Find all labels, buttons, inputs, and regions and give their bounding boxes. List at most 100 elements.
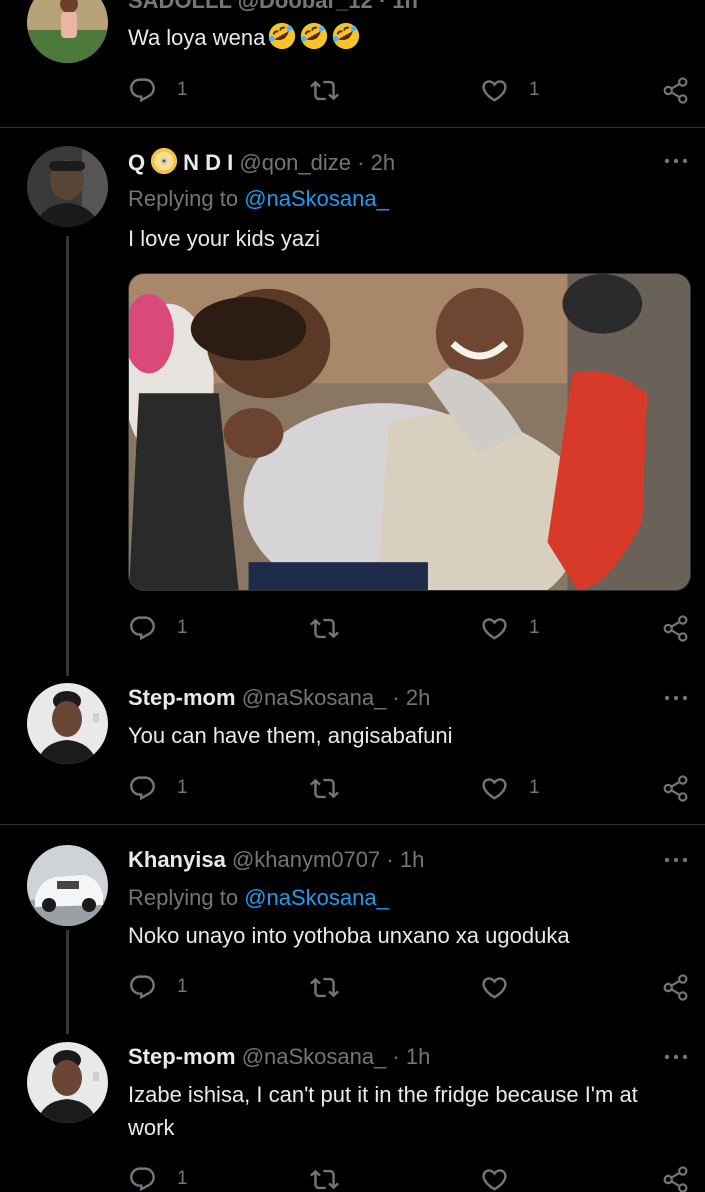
- share-icon: [661, 774, 690, 803]
- retweet-button[interactable]: [310, 770, 339, 806]
- timestamp[interactable]: 2h: [406, 685, 430, 710]
- retweet-button[interactable]: [310, 1161, 339, 1192]
- rolling-on-floor-laughing-emoji: [299, 21, 329, 51]
- partial-tweet[interactable]: SADOLLL @Doobar_12 · 1h Wa loya wena 1 1: [0, 0, 705, 128]
- reply-count: 1: [177, 976, 188, 997]
- reply-count: 1: [177, 777, 188, 798]
- display-name[interactable]: Step-mom: [128, 1044, 236, 1069]
- display-name[interactable]: QN D I: [128, 150, 233, 175]
- like-button[interactable]: [480, 1161, 529, 1192]
- retweet-button[interactable]: [310, 610, 339, 646]
- timestamp[interactable]: 2h: [371, 150, 395, 175]
- share-button[interactable]: [661, 72, 690, 108]
- share-button[interactable]: [661, 770, 690, 806]
- retweet-icon: [310, 1165, 339, 1192]
- tweet-header: QN D I @qon_dize · 2h: [128, 146, 689, 176]
- separator: ·: [392, 1044, 400, 1069]
- like-button[interactable]: 1: [480, 610, 540, 646]
- mention-link[interactable]: @naSkosana_: [244, 885, 389, 910]
- more-icon: [664, 857, 688, 863]
- more-options-button[interactable]: [663, 1042, 689, 1072]
- like-count: 1: [529, 79, 540, 100]
- heart-icon: [480, 774, 509, 803]
- share-button[interactable]: [661, 969, 690, 1005]
- retweet-icon: [310, 76, 339, 105]
- divider: [0, 127, 705, 128]
- heart-icon: [480, 76, 509, 105]
- handle[interactable]: @qon_dize: [239, 150, 351, 175]
- share-icon: [661, 1165, 690, 1192]
- like-count: 1: [529, 617, 540, 638]
- tweet-header: Step-mom @naSkosana_ · 1h: [128, 1042, 689, 1072]
- more-icon: [664, 158, 688, 164]
- dvd-disc-emoji: [149, 146, 179, 176]
- reply-button[interactable]: 1: [128, 1161, 188, 1192]
- avatar[interactable]: [27, 845, 108, 926]
- reply-icon: [128, 614, 157, 643]
- reply-button[interactable]: 1: [128, 770, 188, 806]
- share-button[interactable]: [661, 1161, 690, 1192]
- more-options-button[interactable]: [663, 683, 689, 713]
- replying-to: Replying to @naSkosana_: [128, 885, 389, 910]
- reply-count: 1: [177, 617, 188, 638]
- rolling-on-floor-laughing-emoji: [267, 21, 297, 51]
- tweet-header: Step-mom @naSkosana_ · 2h: [128, 683, 689, 713]
- reply-icon: [128, 774, 157, 803]
- tweet-actions: 1: [128, 969, 693, 1005]
- like-button[interactable]: 1: [480, 72, 540, 108]
- display-name[interactable]: Step-mom: [128, 685, 236, 710]
- handle[interactable]: @naSkosana_: [242, 685, 387, 710]
- tweet-photo[interactable]: [128, 273, 691, 591]
- like-button[interactable]: [480, 969, 529, 1005]
- retweet-icon: [310, 774, 339, 803]
- display-name[interactable]: Khanyisa: [128, 847, 226, 872]
- like-button[interactable]: 1: [480, 770, 540, 806]
- more-icon: [664, 695, 688, 701]
- more-options-button[interactable]: [663, 845, 689, 875]
- reply-count: 1: [177, 1168, 188, 1189]
- retweet-icon: [310, 614, 339, 643]
- reply-button[interactable]: 1: [128, 72, 188, 108]
- reply-button[interactable]: 1: [128, 969, 188, 1005]
- avatar[interactable]: [27, 1042, 108, 1123]
- rolling-on-floor-laughing-emoji: [331, 21, 361, 51]
- reply-icon: [128, 1165, 157, 1192]
- tweet-text: Wa loya wena: [128, 21, 689, 54]
- tweet-header: Khanyisa @khanym0707 · 1h: [128, 845, 689, 875]
- share-icon: [661, 973, 690, 1002]
- handle[interactable]: @naSkosana_: [242, 1044, 387, 1069]
- avatar[interactable]: [27, 146, 108, 227]
- share-button[interactable]: [661, 610, 690, 646]
- tweet-actions: 1: [128, 1161, 693, 1192]
- separator: ·: [386, 847, 394, 872]
- heart-icon: [480, 1165, 509, 1192]
- timestamp[interactable]: 1h: [406, 1044, 430, 1069]
- share-icon: [661, 76, 690, 105]
- more-icon: [664, 1054, 688, 1060]
- reply-icon: [128, 76, 157, 105]
- timestamp[interactable]: 1h: [400, 847, 424, 872]
- divider: [0, 824, 705, 825]
- share-icon: [661, 614, 690, 643]
- tweet-actions: 1 1: [128, 72, 693, 108]
- retweet-button[interactable]: [310, 72, 339, 108]
- retweet-icon: [310, 973, 339, 1002]
- avatar[interactable]: [27, 0, 108, 63]
- tweet-text: Noko unayo into yothoba unxano xa ugoduk…: [128, 923, 570, 948]
- mention-link[interactable]: @naSkosana_: [244, 186, 389, 211]
- reply-button[interactable]: 1: [128, 610, 188, 646]
- handle[interactable]: @khanym0707: [232, 847, 380, 872]
- reply-icon: [128, 973, 157, 1002]
- tweet-text: Izabe ishisa, I can't put it in the frid…: [128, 1082, 638, 1140]
- separator: ·: [392, 685, 400, 710]
- heart-icon: [480, 973, 509, 1002]
- tweet-actions: 1 1: [128, 610, 693, 646]
- retweet-button[interactable]: [310, 969, 339, 1005]
- partial-header: SADOLLL @Doobar_12 · 1h: [128, 0, 418, 13]
- replying-to: Replying to @naSkosana_: [128, 186, 389, 211]
- separator: ·: [357, 150, 365, 175]
- avatar[interactable]: [27, 683, 108, 764]
- tweet-text: I love your kids yazi: [128, 226, 320, 251]
- more-options-button[interactable]: [663, 146, 689, 176]
- heart-icon: [480, 614, 509, 643]
